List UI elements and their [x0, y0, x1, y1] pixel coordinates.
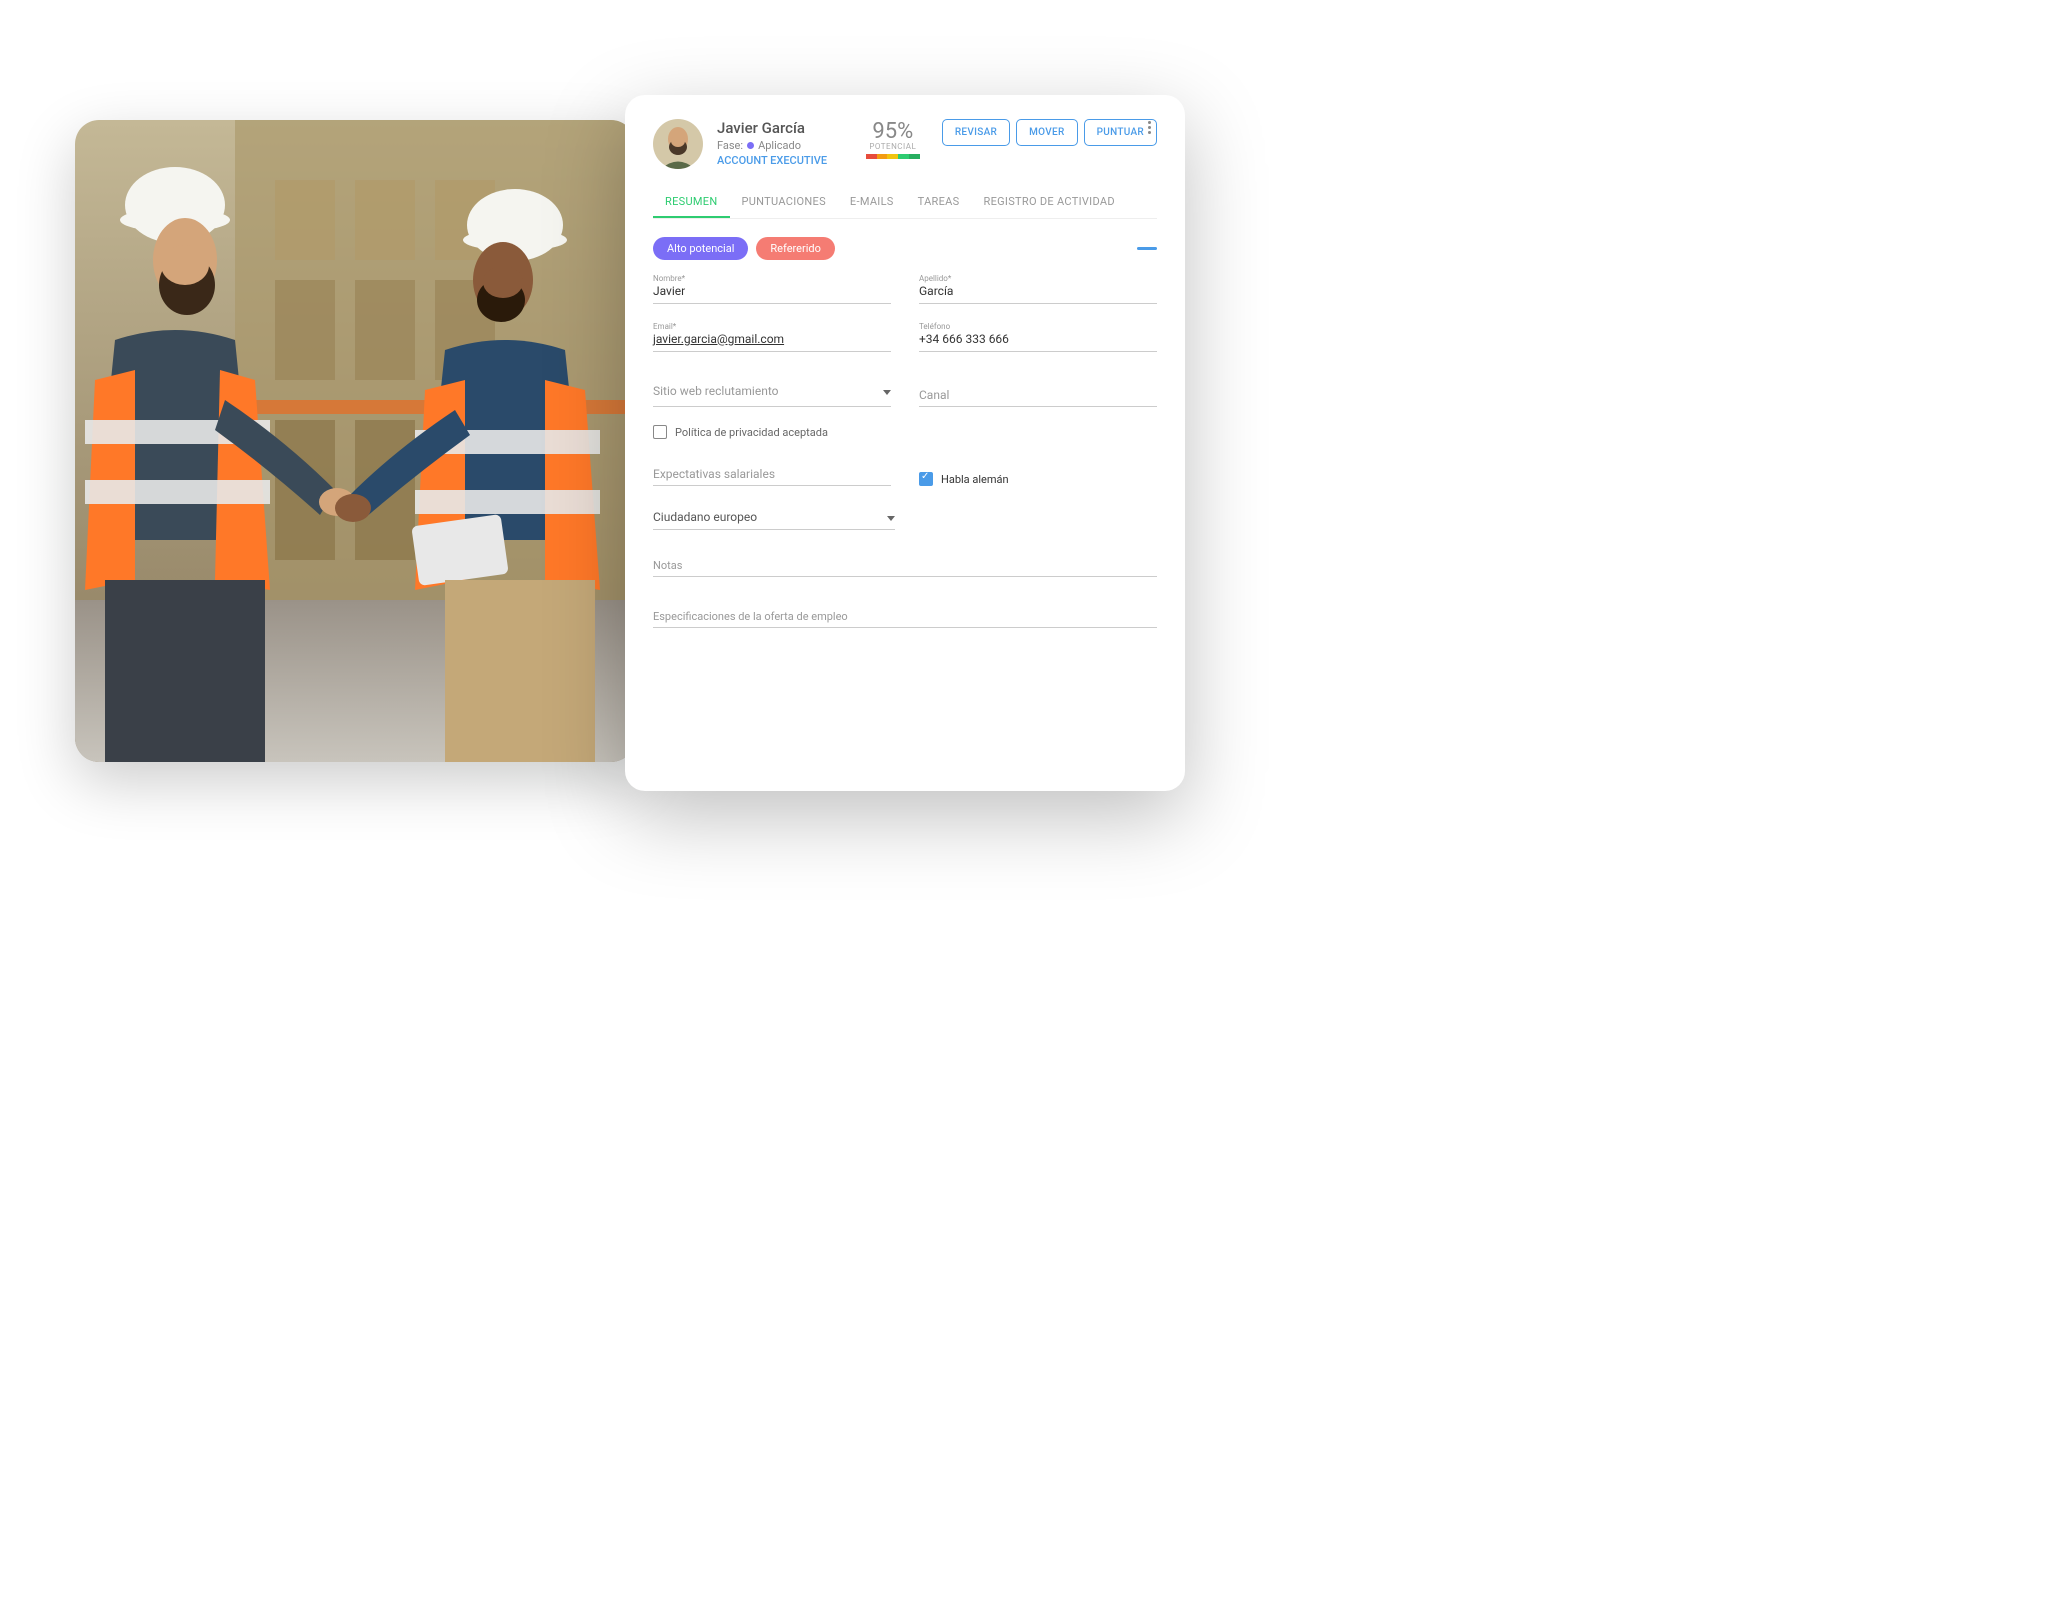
privacy-label: Política de privacidad aceptada: [675, 426, 828, 439]
last-name-label: Apellido*: [919, 274, 1157, 283]
phone-value: +34 666 333 666: [919, 332, 1157, 348]
first-name-label: Nombre*: [653, 274, 891, 283]
phase-row: Fase: Aplicado: [717, 139, 852, 152]
salary-german-row: Expectativas salariales Habla alemán: [653, 463, 1157, 486]
form-grid: Nombre* Javier Apellido* García Email* j…: [653, 274, 1157, 407]
email-label: Email*: [653, 322, 891, 331]
tag-high-potential[interactable]: Alto potencial: [653, 237, 748, 260]
bottom-fields: Notas Especificaciones de la oferta de e…: [653, 554, 1157, 628]
card-header: Javier García Fase: Aplicado ACCOUNT EXE…: [653, 119, 1157, 169]
hero-photo: [75, 120, 635, 762]
notes-field[interactable]: Notas: [653, 554, 1157, 577]
avatar[interactable]: [653, 119, 703, 169]
phase-value: Aplicado: [758, 139, 801, 152]
tab-tasks[interactable]: TAREAS: [906, 187, 972, 218]
german-checkbox[interactable]: [919, 472, 933, 486]
first-name-value: Javier: [653, 284, 891, 300]
german-checkbox-row: Habla alemán: [919, 472, 1157, 486]
potential-percent: 95%: [866, 119, 920, 144]
candidate-card: Javier García Fase: Aplicado ACCOUNT EXE…: [625, 95, 1185, 791]
potential-label: POTENCIAL: [866, 142, 920, 151]
privacy-checkbox-row: Política de privacidad aceptada: [653, 425, 1157, 439]
phase-label: Fase:: [717, 139, 743, 152]
last-name-value: García: [919, 284, 1157, 300]
last-name-field[interactable]: Apellido* García: [919, 274, 1157, 304]
salary-placeholder: Expectativas salariales: [653, 467, 775, 481]
phase-dot-icon: [747, 142, 754, 149]
tab-scores[interactable]: PUNTUACIONES: [730, 187, 838, 218]
phone-label: Teléfono: [919, 322, 1157, 331]
channel-placeholder: Canal: [919, 388, 949, 402]
job-spec-placeholder: Especificaciones de la oferta de empleo: [653, 610, 848, 623]
move-button[interactable]: MOVER: [1016, 119, 1077, 146]
notes-placeholder: Notas: [653, 559, 682, 572]
phone-field[interactable]: Teléfono +34 666 333 666: [919, 322, 1157, 352]
candidate-info: Javier García Fase: Aplicado ACCOUNT EXE…: [717, 119, 852, 167]
source-placeholder: Sitio web reclutamiento: [653, 384, 778, 400]
email-value: javier.garcia@gmail.com: [653, 332, 891, 348]
dropdown-arrow-icon: [887, 516, 895, 521]
review-button[interactable]: REVISAR: [942, 119, 1010, 146]
job-spec-field[interactable]: Especificaciones de la oferta de empleo: [653, 605, 1157, 628]
tags-row: Alto potencial Refererido: [653, 237, 1157, 260]
email-field[interactable]: Email* javier.garcia@gmail.com: [653, 322, 891, 352]
channel-field[interactable]: Canal: [919, 384, 1157, 407]
tab-summary[interactable]: RESUMEN: [653, 187, 730, 218]
source-field[interactable]: Sitio web reclutamiento: [653, 384, 891, 407]
potential-bar: [866, 154, 920, 159]
salary-field[interactable]: Expectativas salariales: [653, 463, 891, 486]
collapse-icon[interactable]: [1137, 247, 1157, 250]
citizen-value: Ciudadano europeo: [653, 510, 757, 526]
tab-activity[interactable]: REGISTRO DE ACTIVIDAD: [972, 187, 1127, 218]
tabs: RESUMEN PUNTUACIONES E-MAILS TAREAS REGI…: [653, 187, 1157, 219]
job-title-link[interactable]: ACCOUNT EXECUTIVE: [717, 154, 852, 167]
privacy-checkbox[interactable]: [653, 425, 667, 439]
potential-block: 95% POTENCIAL: [866, 119, 920, 159]
more-menu-icon[interactable]: [1141, 119, 1157, 135]
first-name-field[interactable]: Nombre* Javier: [653, 274, 891, 304]
dropdown-arrow-icon: [883, 390, 891, 395]
german-label: Habla alemán: [941, 473, 1009, 486]
candidate-name: Javier García: [717, 119, 852, 137]
tag-referred[interactable]: Refererido: [756, 237, 834, 260]
citizen-field[interactable]: Ciudadano europeo: [653, 510, 895, 530]
tab-emails[interactable]: E-MAILS: [838, 187, 906, 218]
action-buttons: REVISAR MOVER PUNTUAR: [942, 119, 1157, 146]
